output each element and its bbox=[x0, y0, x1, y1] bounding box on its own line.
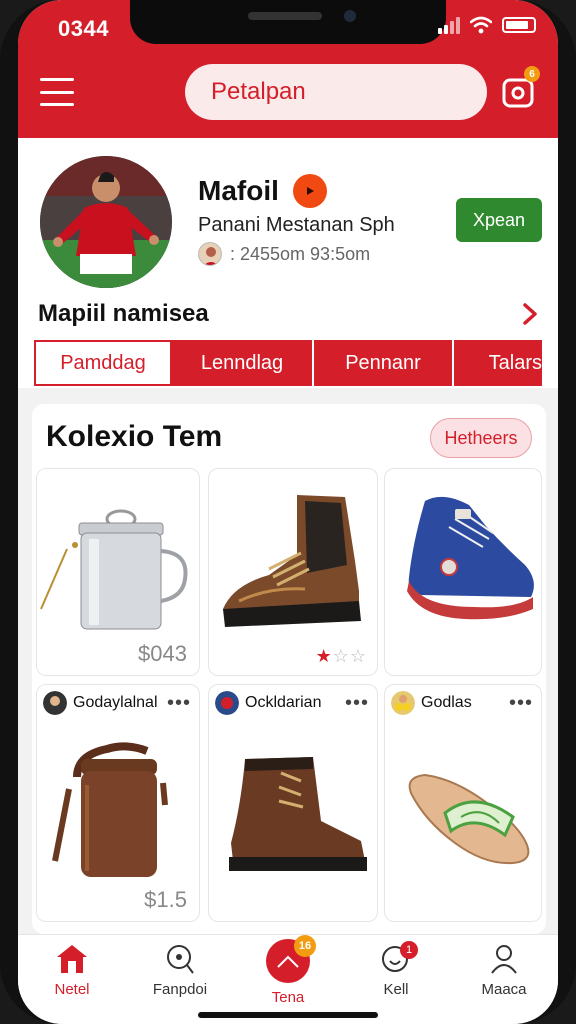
nav-notifications[interactable]: 1 Kell bbox=[342, 935, 450, 1024]
xpean-button[interactable]: Xpean bbox=[456, 198, 542, 242]
collection-title: Kolexio Tem bbox=[46, 420, 223, 453]
boot-image bbox=[223, 495, 361, 627]
nav-search-label: Fanpdoi bbox=[152, 981, 208, 998]
screen: 0344 Petalpan 6 Mafoil Panani Mestanan S… bbox=[18, 0, 558, 1024]
fab-badge: 16 bbox=[294, 935, 316, 957]
home-icon bbox=[57, 945, 87, 973]
product-card[interactable]: $043 bbox=[36, 468, 200, 676]
profile-meta: : 2455om 93:5om bbox=[198, 242, 370, 266]
wifi-icon bbox=[470, 16, 492, 34]
app-header: 0344 Petalpan 6 bbox=[18, 0, 558, 138]
cart-button[interactable]: 6 bbox=[500, 66, 540, 108]
nav-home-label: Netel bbox=[54, 981, 90, 998]
player-photo bbox=[40, 156, 172, 288]
product-card[interactable]: Ockldarian ••• bbox=[208, 684, 378, 922]
cart-badge: 6 bbox=[524, 66, 540, 82]
battery-icon bbox=[502, 17, 536, 33]
status-time: 0344 bbox=[58, 16, 109, 41]
nav-profile[interactable]: Maaca bbox=[450, 935, 558, 1024]
section-link[interactable]: Mapiil namisea bbox=[38, 300, 538, 328]
home-indicator[interactable] bbox=[198, 1012, 378, 1018]
work-boot-image bbox=[229, 757, 367, 871]
star-empty-icon: ☆ bbox=[349, 646, 367, 666]
tab-bar: Pamddag Lenndlag Pennanr Talars bbox=[34, 340, 544, 386]
tab-talars[interactable]: Talars bbox=[454, 340, 544, 386]
signal-icon bbox=[438, 16, 460, 34]
search-icon bbox=[167, 945, 194, 974]
profile-name: Mafoil bbox=[198, 175, 279, 206]
search-bar[interactable] bbox=[185, 64, 521, 120]
notification-badge: 1 bbox=[400, 941, 418, 959]
bottom-nav: Netel Fanpdoi 16 Tena 1 Kell Maaca bbox=[18, 934, 558, 1024]
profile-meta-text: : 2455om 93:5om bbox=[230, 243, 371, 264]
menu-button[interactable] bbox=[40, 78, 74, 106]
product-price: $043 bbox=[138, 641, 187, 666]
play-icon bbox=[306, 187, 314, 195]
profile-section: Mafoil Panani Mestanan Sph : 2455om 93:5… bbox=[18, 138, 558, 388]
product-card[interactable]: Godaylalnal ••• $1.5 bbox=[36, 684, 200, 922]
nav-center-label: Tena bbox=[271, 989, 305, 1006]
sneaker-image bbox=[407, 496, 534, 620]
play-badge[interactable] bbox=[292, 174, 327, 208]
phone-frame: 0344 Petalpan 6 Mafoil Panani Mestanan S… bbox=[0, 0, 576, 1024]
notch bbox=[130, 0, 446, 44]
nav-profile-label: Maaca bbox=[481, 981, 527, 998]
product-card[interactable] bbox=[384, 468, 542, 676]
star-icon: ★ bbox=[315, 646, 333, 666]
nav-search[interactable]: Fanpdoi bbox=[126, 935, 234, 1024]
status-icons bbox=[438, 16, 536, 34]
nav-notifications-label: Kell bbox=[383, 981, 409, 998]
tab-pamddag[interactable]: Pamddag bbox=[34, 340, 172, 386]
profile-icon bbox=[491, 945, 517, 974]
fab-icon: 16 bbox=[266, 935, 316, 983]
tab-pennanr[interactable]: Pennanr bbox=[314, 340, 454, 386]
collection-filter-button[interactable]: Hetheers bbox=[430, 418, 532, 458]
nav-home[interactable]: Netel bbox=[18, 935, 126, 1024]
nav-center[interactable]: 16 Tena bbox=[234, 935, 342, 1024]
star-empty-icon: ☆ bbox=[332, 646, 350, 666]
sandal-image bbox=[408, 773, 530, 865]
section-link-label: Mapiil namisea bbox=[38, 300, 209, 327]
product-card[interactable]: ★☆☆ bbox=[208, 468, 378, 676]
product-price: $1.5 bbox=[144, 887, 187, 912]
small-avatar-icon bbox=[198, 242, 222, 266]
product-rating: ★☆☆ bbox=[316, 646, 367, 667]
tab-lenndlag[interactable]: Lenndlag bbox=[172, 340, 314, 386]
chevron-right-icon bbox=[523, 303, 537, 325]
product-card[interactable]: Godlas ••• bbox=[384, 684, 542, 922]
collection-panel: Kolexio Tem Hetheers $043 ★☆☆ Godaylalna… bbox=[32, 404, 546, 934]
search-input[interactable] bbox=[211, 78, 521, 106]
profile-subtitle: Panani Mestanan Sph bbox=[198, 214, 395, 236]
profile-avatar[interactable] bbox=[40, 156, 172, 288]
